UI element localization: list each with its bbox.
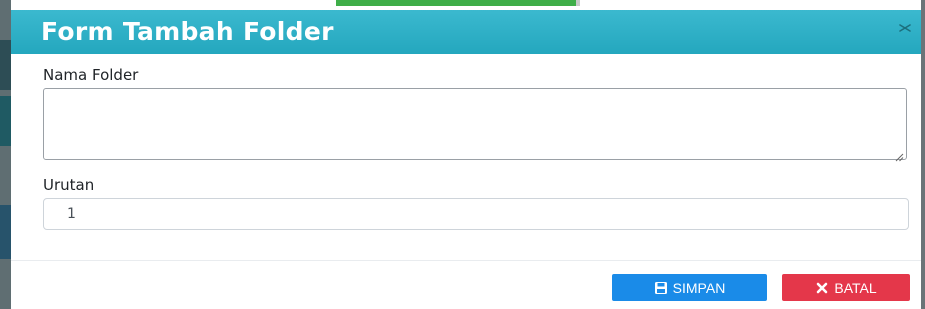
batal-label: BATAL <box>834 279 877 296</box>
modal-header: Form Tambah Folder <box>11 10 921 54</box>
batal-button[interactable]: BATAL <box>782 274 910 301</box>
background-left-sidebar <box>0 0 11 309</box>
background-sidebar-segment <box>0 40 11 90</box>
add-folder-modal: Form Tambah Folder Nama Folder Urutan 1 <box>11 10 921 309</box>
close-icon[interactable] <box>897 20 913 36</box>
urutan-label: Urutan <box>43 176 95 194</box>
background-grey-bar <box>576 0 580 6</box>
background-green-bar <box>336 0 576 6</box>
footer-divider <box>11 260 921 261</box>
nama-folder-label: Nama Folder <box>43 66 139 84</box>
simpan-button[interactable]: SIMPAN <box>612 274 767 301</box>
nama-folder-textarea[interactable] <box>43 88 907 162</box>
modal-body: Nama Folder Urutan 1 <box>11 54 921 260</box>
page: Form Tambah Folder Nama Folder Urutan 1 <box>0 0 925 309</box>
close-icon <box>815 281 829 295</box>
urutan-input[interactable]: 1 <box>43 198 909 230</box>
urutan-value: 1 <box>67 206 76 222</box>
background-right-edge <box>921 0 925 309</box>
save-icon <box>654 281 668 295</box>
resize-handle-icon[interactable] <box>894 147 904 162</box>
modal-title: Form Tambah Folder <box>41 17 334 46</box>
background-sidebar-segment <box>0 205 11 259</box>
simpan-label: SIMPAN <box>672 279 726 296</box>
background-sidebar-segment <box>0 96 11 146</box>
